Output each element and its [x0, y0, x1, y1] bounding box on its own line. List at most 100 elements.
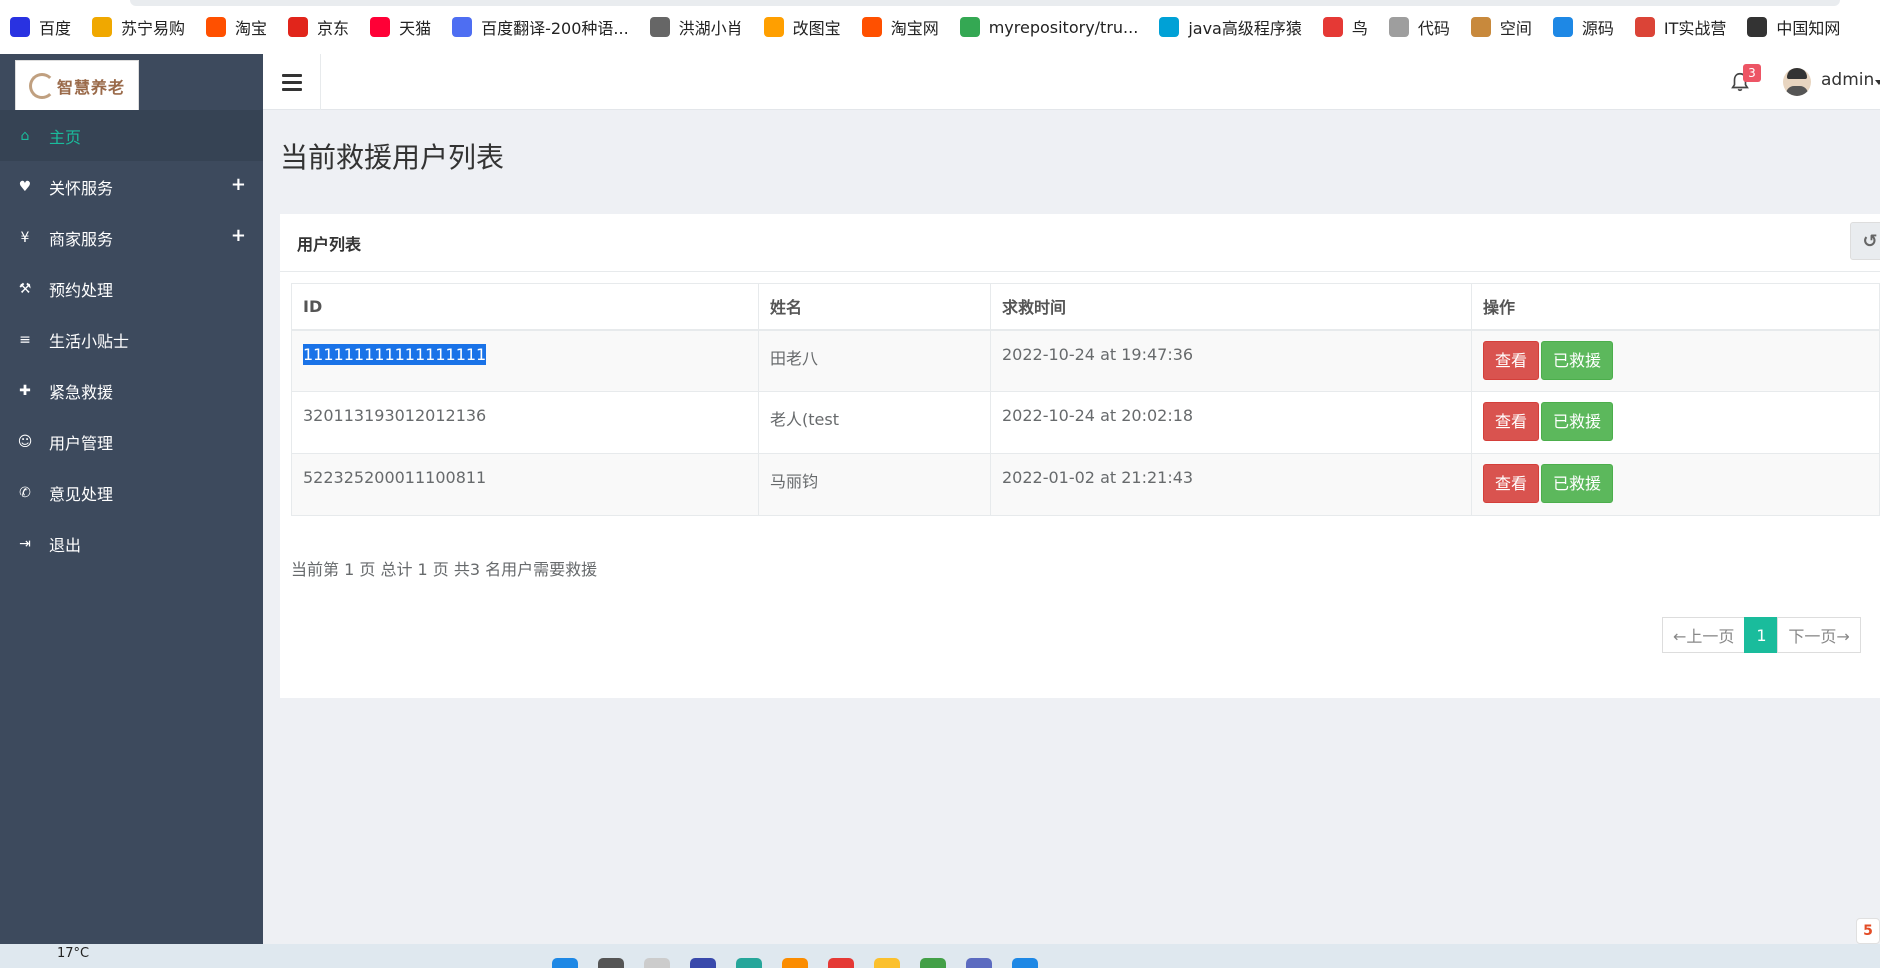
- notification-badge: 3: [1743, 64, 1761, 82]
- jd-icon: [288, 17, 309, 37]
- app-icon[interactable]: [690, 958, 716, 968]
- home-icon: ⌂: [20, 127, 30, 144]
- sidebar-item[interactable]: ¥ 商家服务 +: [0, 212, 263, 263]
- app-icon[interactable]: [828, 958, 854, 968]
- bookmark-item[interactable]: 空间: [1470, 15, 1532, 39]
- sidebar-item[interactable]: ⌂ 主页: [0, 110, 263, 161]
- folder-icon[interactable]: [874, 958, 900, 968]
- heart-icon: ♥: [18, 178, 32, 195]
- app-icon[interactable]: [1012, 958, 1038, 968]
- caret-down-icon: [1875, 80, 1880, 85]
- file-icon[interactable]: [644, 958, 670, 968]
- column-header-name[interactable]: 姓名: [758, 283, 991, 331]
- sidebar-item-label: 用户管理: [49, 433, 114, 453]
- top-header: 3 admin: [263, 54, 1880, 110]
- rescued-button[interactable]: 已救援: [1541, 340, 1614, 380]
- refresh-button[interactable]: ↺: [1850, 222, 1880, 260]
- logo-mark-icon: [28, 72, 55, 99]
- bookmarks-bar: 百度 苏宁易购 淘宝 京东 天猫 百度翻译-200种语... 洪湖小肖 改图宝 淘宝网 myrep…: [0, 0, 1880, 54]
- menu-toggle-button[interactable]: [263, 54, 321, 110]
- view-button[interactable]: 查看: [1483, 340, 1540, 380]
- start-icon[interactable]: [552, 958, 578, 968]
- rescue-user-table: ID 姓名 求救时间 操作 111111111111111111 田老八 2022-…: [291, 283, 1880, 516]
- bookmark-label: myrepository/tru...: [988, 17, 1139, 37]
- rescued-button[interactable]: 已救援: [1541, 464, 1614, 503]
- pagination-summary: 当前第 1 页 总计 1 页 共3 名用户需要救援: [291, 560, 598, 579]
- avatar[interactable]: [1783, 68, 1811, 96]
- bookmark-label: 中国知网: [1776, 19, 1841, 38]
- sidebar-item[interactable]: ✚ 紧急救援: [0, 365, 263, 416]
- wechat-icon[interactable]: [920, 958, 946, 968]
- bookmark-item[interactable]: 京东: [288, 15, 349, 39]
- weather-widget[interactable]: 17°C: [57, 946, 89, 961]
- sidebar-item[interactable]: ♥ 关怀服务 +: [0, 161, 263, 212]
- prev-page-button[interactable]: ←上一页: [1662, 617, 1746, 653]
- taobao-icon: [206, 17, 227, 37]
- hamburger-bar: [281, 80, 302, 84]
- pagination: ←上一页 1 下一页→: [1662, 617, 1861, 653]
- view-button[interactable]: 查看: [1483, 464, 1540, 503]
- cell-name: 田老八: [758, 329, 991, 392]
- cnki-icon: [1747, 17, 1768, 37]
- bookmark-label: IT实战营: [1663, 19, 1727, 38]
- bird-red-icon: [1322, 17, 1343, 37]
- bookmark-item[interactable]: 百度翻译-200种语...: [452, 15, 629, 39]
- cell-id: 111111111111111111: [291, 329, 759, 392]
- html5-icon[interactable]: 5: [1856, 918, 1880, 944]
- user-id-text: 320113193012012136: [303, 406, 487, 425]
- sidebar-item-label: 主页: [49, 127, 82, 147]
- bookmark-item[interactable]: 百度: [10, 15, 71, 39]
- cell-time: 2022-01-02 at 21:21:43: [990, 453, 1472, 516]
- edge-icon[interactable]: [736, 958, 762, 968]
- address-bar-edge: [130, 0, 1840, 6]
- space-icon: [1470, 17, 1491, 37]
- bookmark-item[interactable]: 淘宝: [206, 15, 267, 39]
- sidebar-item[interactable]: ⇥ 退出: [0, 518, 263, 569]
- table-row: 522325200011100811 马丽钧 2022-01-02 at 21:21…: [291, 453, 1880, 516]
- sidebar: 智慧养老 ⌂ 主页 ♥ 关怀服务 + ¥ 商家服务 + ⚒ 预约处理 ≡ 生活小贴士 ✚ 紧急救援 ☺ 用户管…: [0, 54, 263, 944]
- column-header-time[interactable]: 求救时间: [990, 283, 1472, 331]
- bookmark-item[interactable]: java高级程序猿: [1159, 15, 1302, 39]
- sidebar-item[interactable]: ≡ 生活小贴士: [0, 314, 263, 365]
- sidebar-item[interactable]: ☺ 用户管理: [0, 416, 263, 467]
- sidebar-item-label: 生活小贴士: [49, 331, 130, 351]
- cell-actions: 查看 已救援: [1471, 453, 1880, 516]
- table-header-row: ID 姓名 求救时间 操作: [291, 283, 1880, 331]
- bookmark-item[interactable]: 淘宝网: [861, 15, 939, 39]
- sidebar-item[interactable]: ⚒ 预约处理: [0, 263, 263, 314]
- bookmark-item[interactable]: 改图宝: [763, 15, 841, 39]
- bookmark-label: 苏宁易购: [121, 19, 186, 38]
- expand-plus-icon[interactable]: +: [231, 174, 246, 195]
- bookmark-label: 百度: [39, 19, 72, 38]
- username-dropdown[interactable]: admin: [1821, 70, 1874, 90]
- column-header-id[interactable]: ID: [291, 283, 759, 331]
- chrome-icon[interactable]: [782, 958, 808, 968]
- bookmark-item[interactable]: 鸟: [1322, 15, 1368, 39]
- bookmark-item[interactable]: 洪湖小肖: [649, 15, 743, 39]
- bookmark-label: 京东: [317, 19, 350, 38]
- users-icon: ☺: [17, 433, 33, 450]
- expand-plus-icon[interactable]: +: [231, 225, 246, 246]
- taobao-icon: [861, 17, 882, 37]
- next-page-button[interactable]: 下一页→: [1777, 617, 1861, 653]
- taskbar: 17°C: [0, 944, 1880, 968]
- cell-id: 522325200011100811: [291, 453, 759, 516]
- sidebar-item-label: 退出: [49, 535, 82, 555]
- sidebar-nav: ⌂ 主页 ♥ 关怀服务 + ¥ 商家服务 + ⚒ 预约处理 ≡ 生活小贴士 ✚ 紧急救援 ☺ 用户管理 ✆ 意见处…: [0, 110, 263, 569]
- bookmark-label: 改图宝: [792, 19, 841, 38]
- rescued-button[interactable]: 已救援: [1541, 402, 1614, 441]
- bookmark-item[interactable]: 源码: [1552, 15, 1614, 39]
- app-icon[interactable]: [966, 958, 992, 968]
- bookmark-item[interactable]: IT实战营: [1634, 15, 1727, 39]
- bookmark-item[interactable]: 苏宁易购: [92, 15, 185, 39]
- page-1-button[interactable]: 1: [1744, 617, 1779, 653]
- bookmark-item[interactable]: 中国知网: [1747, 15, 1840, 39]
- bookmark-item[interactable]: 天猫: [370, 15, 431, 39]
- bookmark-item[interactable]: myrepository/tru...: [959, 17, 1139, 37]
- search-icon[interactable]: [598, 958, 624, 968]
- view-button[interactable]: 查看: [1483, 402, 1540, 441]
- logo[interactable]: 智慧养老: [15, 60, 139, 111]
- page-title: 当前救援用户列表: [280, 141, 505, 174]
- sidebar-item[interactable]: ✆ 意见处理: [0, 467, 263, 518]
- bookmark-item[interactable]: 代码: [1388, 15, 1450, 39]
